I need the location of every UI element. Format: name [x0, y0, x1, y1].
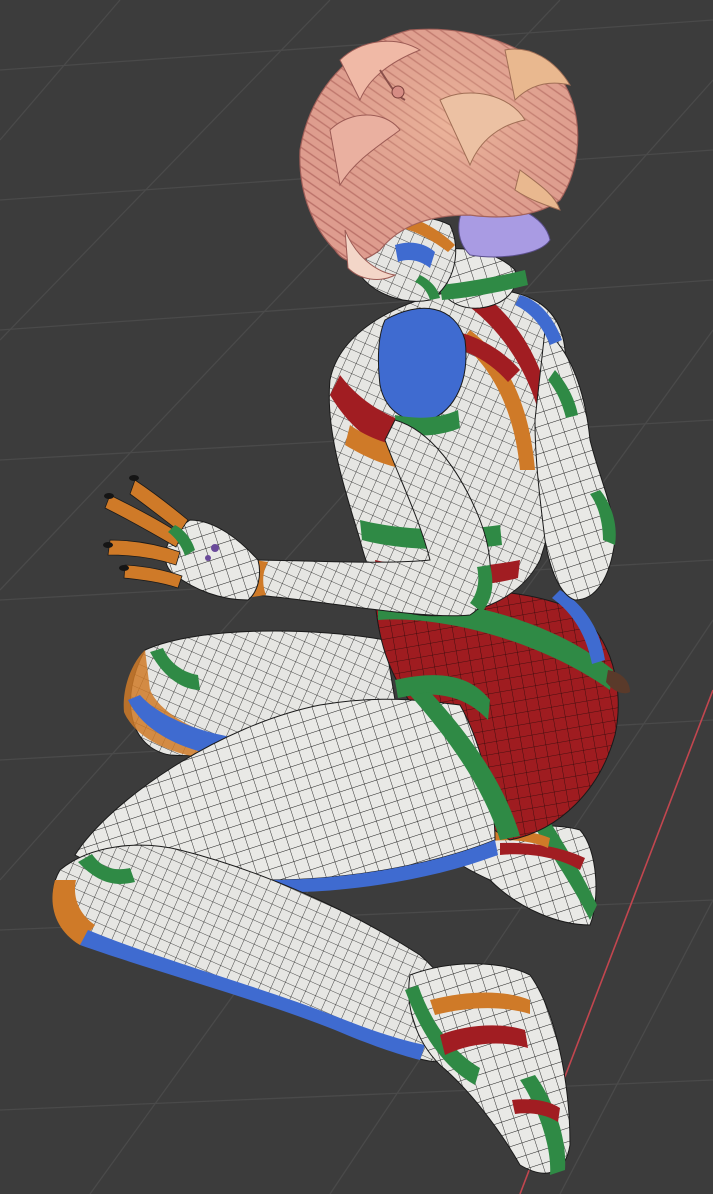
nail-4 — [119, 565, 129, 571]
front-foot — [405, 963, 571, 1175]
hair-clip-icon — [391, 85, 405, 99]
nail-1 — [129, 475, 139, 481]
nail-3 — [103, 542, 113, 548]
nail-2 — [104, 493, 114, 499]
viewport-canvas[interactable] — [0, 0, 713, 1194]
3d-viewport[interactable] — [0, 0, 713, 1194]
hand — [103, 475, 261, 601]
